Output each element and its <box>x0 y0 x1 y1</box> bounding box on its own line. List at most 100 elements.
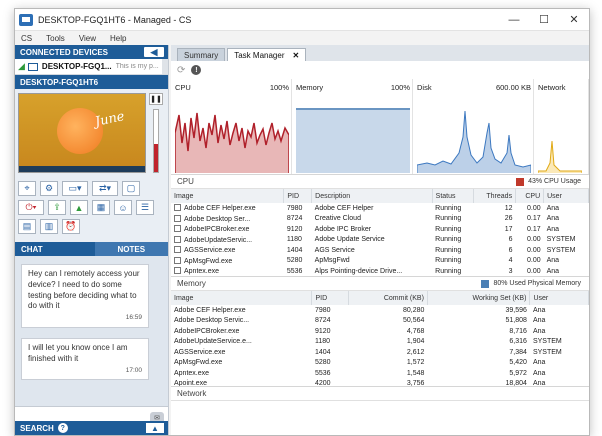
table-cell: Ana <box>532 306 546 314</box>
row-checkbox[interactable] <box>174 235 181 243</box>
settings-icon[interactable]: ⚙ <box>40 181 58 196</box>
menu-view[interactable]: View <box>79 34 96 43</box>
disk-graph-label: Disk <box>417 82 432 92</box>
table-cell: 4 <box>508 257 513 265</box>
table-row[interactable]: Adobe Desktop Servic... 8724 50,564 51,808 A… <box>171 316 589 327</box>
column-header[interactable]: Description <box>311 189 433 203</box>
table-row[interactable]: AGSService.exe 1404 2,612 7,384 SYSTEM <box>171 347 589 358</box>
app-logo-icon <box>19 13 33 26</box>
table-row[interactable]: ApMsgFwd.exe 5280 ApMsgFwd Running 4 0.00 Ana <box>171 256 589 267</box>
pause-icon[interactable]: ❚❚ <box>149 93 163 105</box>
screen-thumbnail[interactable]: June <box>18 93 146 173</box>
table-cell: 3 <box>508 267 513 275</box>
device-list-item[interactable]: ◢ DESKTOP-FGQ1... This is my p... <box>15 59 168 75</box>
tab-task-manager[interactable]: Task Manager ✕ <box>227 48 307 61</box>
row-checkbox[interactable] <box>174 214 181 222</box>
main-panel: Summary Task Manager ✕ ⟳ ! CPU 100% Memo… <box>171 45 589 435</box>
table-row[interactable]: AGSService.exe 1404 AGS Service Running 6 0.0… <box>171 245 589 256</box>
row-checkbox[interactable] <box>174 204 181 212</box>
table-row[interactable]: Apoint.exe 4200 3,756 18,804 Ana <box>171 379 589 386</box>
table-cell: 2,612 <box>406 348 425 356</box>
table-cell: Adobe Desktop Ser... <box>184 215 251 223</box>
back-arrow-icon[interactable]: ◀ <box>144 47 164 57</box>
table-row[interactable]: AdobeUpdateService.e... 1180 1,904 6,316 SYS… <box>171 337 589 348</box>
memory-graph: Memory 100% <box>292 79 413 174</box>
table-cell: Running <box>435 267 462 275</box>
help-icon[interactable]: ? <box>57 423 68 433</box>
tasks-icon[interactable]: ▥ <box>40 219 58 234</box>
tab-chat[interactable]: CHAT <box>15 242 95 256</box>
close-window-button[interactable]: ✕ <box>559 9 589 30</box>
table-row[interactable]: ApMsgFwd.exe 5280 1,572 5,420 Ana <box>171 358 589 369</box>
expand-up-icon[interactable]: ▲ <box>146 423 164 433</box>
row-checkbox[interactable] <box>174 256 181 264</box>
refresh-icon[interactable]: ⟳ <box>177 65 185 76</box>
device-message: This is my p... <box>115 63 159 70</box>
table-cell: Running <box>435 215 462 223</box>
audio-level-fill <box>154 144 158 172</box>
table-cell: AGS Service <box>314 246 355 254</box>
column-header[interactable]: Threads <box>473 189 517 203</box>
table-cell: Ana <box>546 267 560 275</box>
power-icon[interactable]: ⏻▾ <box>18 200 44 215</box>
column-header[interactable]: CPU <box>515 189 545 203</box>
grid-icon[interactable]: ▦ <box>92 200 110 215</box>
column-header[interactable]: Status <box>432 189 474 203</box>
tab-notes[interactable]: NOTES <box>94 242 168 256</box>
table-cell: 1404 <box>286 246 303 254</box>
table-row[interactable]: AdobeIPCBroker.exe 9120 4,768 8,716 Ana <box>171 326 589 337</box>
list-icon[interactable]: ☰ <box>136 200 154 215</box>
alarm-icon[interactable]: ⏰ <box>62 219 80 234</box>
table-row[interactable]: Adobe Desktop Ser... 8724 Creative Cloud Ru… <box>171 214 589 225</box>
users-icon[interactable]: ☺ <box>114 200 132 215</box>
menu-tools[interactable]: Tools <box>46 34 65 43</box>
screen-view-icon[interactable]: ▭▾ <box>62 181 88 196</box>
info-icon[interactable]: ! <box>191 65 202 75</box>
column-header[interactable]: Image <box>171 189 285 203</box>
chat-message: Hey can I remotely access your device? I… <box>21 264 149 328</box>
table-cell: Adobe Desktop Servic... <box>174 317 250 325</box>
row-checkbox[interactable] <box>174 267 181 275</box>
column-header[interactable]: Working Set (KB) <box>427 291 531 305</box>
apps-icon[interactable]: ▤ <box>18 219 36 234</box>
column-header[interactable]: User <box>529 291 589 305</box>
device-list-scrollbar[interactable] <box>162 59 168 74</box>
window-icon[interactable]: ▢ <box>122 181 140 196</box>
table-cell: SYSTEM <box>532 338 562 346</box>
table-row[interactable]: AdobeUpdateServic... 1180 Adobe Update Ser… <box>171 235 589 246</box>
screen-preview-area: June ❚❚ <box>15 89 168 177</box>
selected-device-label: DESKTOP-FGQ1HT6 <box>20 77 99 87</box>
table-row[interactable]: Apntex.exe 5536 Alps Pointing-device Drive… <box>171 266 589 276</box>
table-cell: 5536 <box>314 369 331 377</box>
tab-task-manager-label: Task Manager <box>234 50 285 60</box>
column-header[interactable]: Image <box>171 291 313 305</box>
memory-legend-text: 80% Used Physical Memory <box>493 280 581 287</box>
table-cell: 51,808 <box>505 317 527 325</box>
table-cell: Apntex.exe <box>174 369 210 377</box>
table-row[interactable]: Adobe CEF Helper.exe 7980 Adobe CEF Helper… <box>171 203 589 214</box>
table-row[interactable]: AdobeIPCBroker.exe 9120 Adobe IPC Broker Ru… <box>171 224 589 235</box>
transfer-icon[interactable]: ⇄▾ <box>92 181 118 196</box>
remote-control-icon[interactable]: ⌖ <box>18 181 36 196</box>
audio-meter: ❚❚ <box>149 93 163 173</box>
table-cell: 0.00 <box>527 236 541 244</box>
table-row[interactable]: Adobe CEF Helper.exe 7980 80,280 39,596 Ana <box>171 305 589 316</box>
chart-icon[interactable]: ▲ <box>70 200 88 215</box>
row-checkbox[interactable] <box>174 225 181 233</box>
column-header[interactable]: Commit (KB) <box>348 291 428 305</box>
tab-summary[interactable]: Summary <box>177 48 226 61</box>
upload-icon[interactable]: ⇪ <box>48 200 66 215</box>
menu-help[interactable]: Help <box>110 34 126 43</box>
memory-section-title: Memory <box>177 279 206 288</box>
column-header[interactable]: User <box>543 189 589 203</box>
maximize-button[interactable]: ☐ <box>529 9 559 30</box>
column-header[interactable]: PID <box>311 291 349 305</box>
table-cell: 8,716 <box>509 327 527 335</box>
menu-cs[interactable]: CS <box>21 34 32 43</box>
row-checkbox[interactable] <box>174 246 181 254</box>
column-header[interactable]: PID <box>283 189 313 203</box>
close-tab-icon[interactable]: ✕ <box>292 51 299 60</box>
minimize-button[interactable]: — <box>499 9 529 30</box>
table-cell: Running <box>435 257 462 265</box>
table-row[interactable]: Apntex.exe 5536 1,548 5,972 Ana <box>171 368 589 379</box>
